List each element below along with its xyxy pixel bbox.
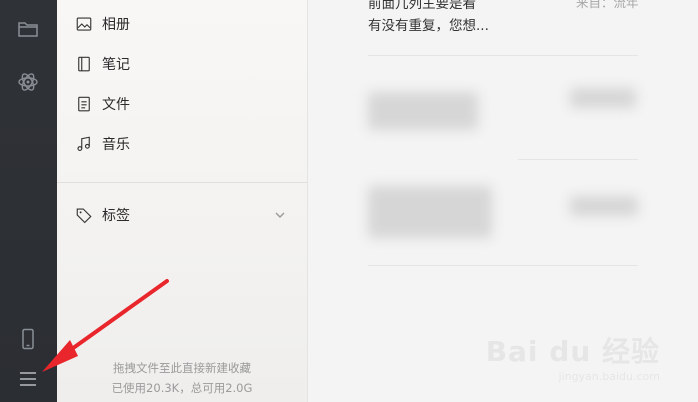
note-source: 来自：流年 <box>576 0 639 10</box>
tag-icon <box>76 208 92 224</box>
sidebar-item-label: 音乐 <box>102 137 130 153</box>
blurred-content <box>368 92 478 130</box>
sidebar-item-photos[interactable]: 相册 <box>75 12 130 36</box>
folder-icon[interactable] <box>16 17 40 41</box>
document-icon <box>78 96 90 112</box>
atom-icon[interactable] <box>16 70 40 94</box>
music-icon <box>77 136 90 151</box>
notebook-icon <box>78 56 90 72</box>
image-icon <box>76 17 92 31</box>
phone-icon[interactable] <box>16 327 40 351</box>
blurred-content <box>570 88 636 108</box>
note-preview-line: 有没有重复，您想... <box>368 18 489 34</box>
chevron-down-icon[interactable] <box>273 208 287 222</box>
row-divider <box>368 265 638 266</box>
sidebar-item-notes[interactable]: 笔记 <box>75 52 130 76</box>
note-preview-line: 前面几列主要是看 <box>368 0 476 12</box>
blurred-content <box>570 196 638 216</box>
sidebar-item-label: 文件 <box>102 97 130 113</box>
row-divider <box>368 55 638 56</box>
app-rail <box>0 0 57 402</box>
watermark-brand: Bai du 经验 <box>485 335 660 368</box>
row-divider <box>518 159 638 160</box>
drop-hint: 拖拽文件至此直接新建收藏 <box>113 361 251 375</box>
sidebar-item-tags[interactable]: 标签 <box>75 203 130 227</box>
watermark-url: jingyan.baidu.com <box>558 370 660 383</box>
menu-icon[interactable] <box>16 367 40 391</box>
sidebar-divider <box>57 182 307 183</box>
sidebar-item-label: 笔记 <box>102 57 130 73</box>
watermark: Bai du 经验 jingyan.baidu.com <box>486 330 660 383</box>
sidebar-item-files[interactable]: 文件 <box>75 92 130 116</box>
collection-sidebar: 相册 笔记 文件 音乐 标签 拖拽文件至此直接新建收藏 已使用20.3K，总可用… <box>57 0 307 402</box>
blurred-content <box>368 186 492 238</box>
sidebar-item-label: 标签 <box>102 208 130 224</box>
sidebar-item-music[interactable]: 音乐 <box>75 132 130 156</box>
storage-usage: 已使用20.3K，总可用2.0G <box>111 381 253 395</box>
sidebar-item-label: 相册 <box>102 17 130 33</box>
